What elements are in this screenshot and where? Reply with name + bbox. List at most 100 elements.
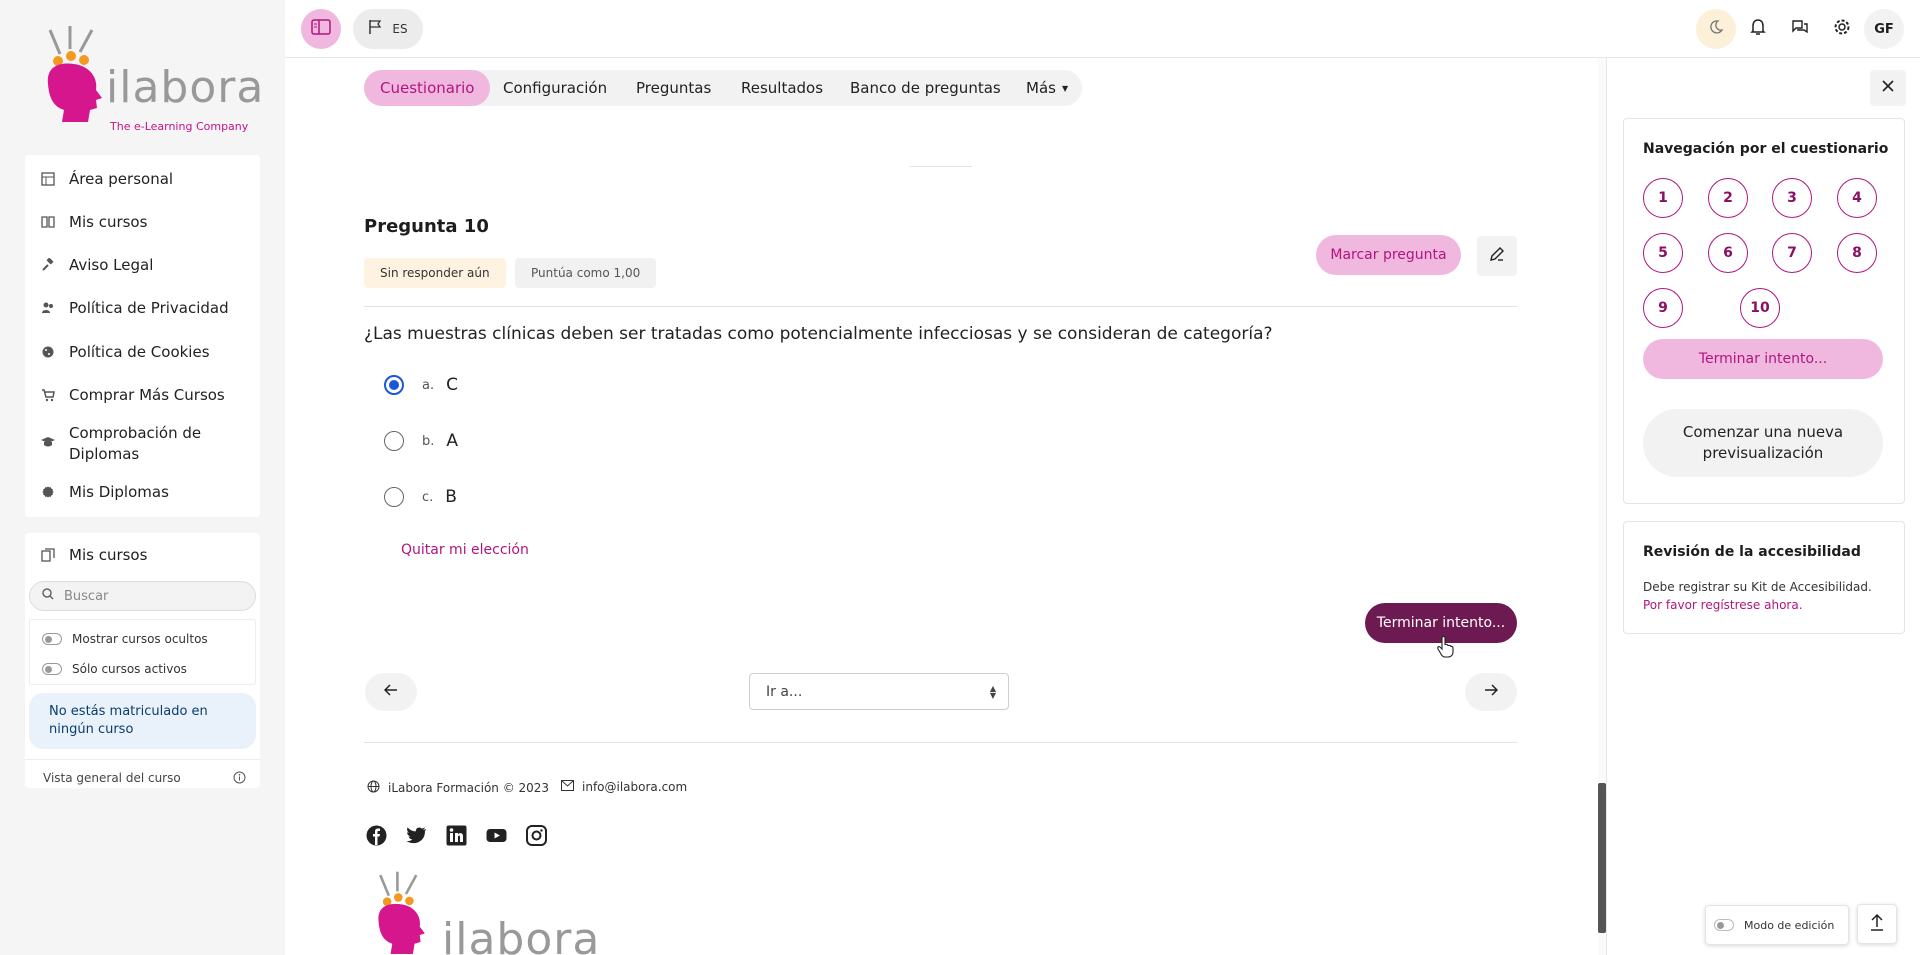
filter-label: Mostrar cursos ocultos	[72, 632, 208, 646]
close-drawer-button[interactable]	[1870, 70, 1906, 106]
question-nav-9[interactable]: 9	[1643, 288, 1683, 328]
sidebar-toggle-icon	[311, 19, 331, 39]
next-page-button[interactable]	[1465, 673, 1517, 711]
filter-active-courses[interactable]: Sólo cursos activos	[42, 662, 187, 676]
notifications-button[interactable]	[1738, 9, 1778, 49]
edit-mode-toggle[interactable]: Modo de edición	[1705, 905, 1849, 945]
top-bar: ES GF	[285, 0, 1920, 58]
answer-option-b[interactable]: b. A	[384, 431, 458, 451]
flag-question-button[interactable]: Marcar pregunta	[1316, 235, 1461, 275]
nav-item-label: Área personal	[69, 170, 174, 188]
tab-configuracion[interactable]: Configuración	[487, 70, 623, 106]
footer-email[interactable]: info@ilabora.com	[561, 780, 687, 794]
language-selector[interactable]: ES	[353, 9, 423, 49]
question-nav-8[interactable]: 8	[1837, 233, 1877, 273]
close-icon	[1881, 79, 1895, 97]
users-icon	[41, 301, 55, 315]
search-icon	[42, 588, 54, 604]
twitter-icon[interactable]	[406, 825, 427, 850]
footer-logo-wordmark: ilabora	[442, 914, 601, 955]
filter-hidden-courses[interactable]: Mostrar cursos ocultos	[42, 632, 208, 646]
question-nav-3[interactable]: 3	[1772, 178, 1812, 218]
question-nav-5[interactable]: 5	[1643, 233, 1683, 273]
cookie-icon	[41, 345, 55, 359]
nav-item-mis-cursos[interactable]: Mis cursos	[41, 213, 251, 231]
flag-icon	[368, 19, 382, 39]
user-avatar[interactable]: GF	[1864, 9, 1904, 49]
answer-option-c[interactable]: c. B	[384, 487, 457, 507]
social-links	[366, 825, 547, 850]
main-scrollbar-thumb[interactable]	[1598, 783, 1606, 933]
dashboard-icon	[41, 172, 55, 186]
nav-item-comprobacion[interactable]: Comprobación de Diplomas	[41, 423, 251, 465]
drawer-finish-attempt-button[interactable]: Terminar intento...	[1643, 339, 1883, 379]
sort-caret-icon: ▲ ▼	[989, 683, 996, 700]
info-icon[interactable]	[233, 771, 246, 788]
toggle-switch[interactable]	[1714, 919, 1734, 931]
messages-button[interactable]	[1780, 9, 1820, 49]
accessibility-register-link[interactable]: Por favor regístrese ahora.	[1643, 598, 1803, 612]
radio-unselected[interactable]	[384, 487, 404, 507]
course-filters: Mostrar cursos ocultos Sólo cursos activ…	[29, 619, 256, 685]
toggle-switch[interactable]	[42, 663, 62, 675]
youtube-icon[interactable]	[486, 825, 507, 850]
answer-option-a[interactable]: a. C	[384, 375, 458, 395]
option-letter: a.	[422, 377, 435, 393]
option-letter: c.	[422, 489, 434, 505]
jump-to-select[interactable]: Ir a... ▲ ▼	[749, 673, 1009, 710]
nav-item-privacidad[interactable]: Política de Privacidad	[41, 299, 251, 317]
option-letter: b.	[422, 433, 435, 449]
nav-item-area-personal[interactable]: Área personal	[41, 170, 251, 188]
main-scrollbar-track[interactable]	[1598, 58, 1606, 955]
clear-choice-link[interactable]: Quitar mi elección	[401, 542, 529, 558]
ilabora-logo[interactable]: ilabora The e-Learning Company	[40, 24, 263, 133]
tab-banco-preguntas[interactable]: Banco de preguntas	[834, 70, 1017, 106]
course-search-input[interactable]: Buscar	[29, 581, 256, 611]
section-divider	[910, 166, 972, 167]
question-nav-4[interactable]: 4	[1837, 178, 1877, 218]
option-text: B	[445, 487, 457, 507]
question-nav-6[interactable]: 6	[1708, 233, 1748, 273]
tab-resultados[interactable]: Resultados	[725, 70, 839, 106]
nav-item-aviso-legal[interactable]: Aviso Legal	[41, 256, 251, 274]
pencil-icon	[1489, 246, 1505, 266]
question-nav-1[interactable]: 1	[1643, 178, 1683, 218]
radio-unselected[interactable]	[384, 431, 404, 451]
nav-item-mis-diplomas[interactable]: Mis Diplomas	[41, 483, 251, 501]
grade-badge: Puntúa como 1,00	[515, 258, 657, 288]
accessibility-text: Debe registrar su Kit de Accesibilidad.	[1643, 580, 1872, 594]
arrow-right-icon	[1484, 684, 1499, 700]
nav-item-comprar[interactable]: Comprar Más Cursos	[41, 386, 251, 404]
certificate-icon	[41, 485, 55, 499]
logo-wordmark: ilabora	[106, 62, 265, 113]
radio-selected[interactable]	[384, 375, 404, 395]
settings-button[interactable]	[1822, 9, 1862, 49]
question-title: Pregunta 10	[364, 216, 489, 237]
caret-down-icon: ▼	[1061, 83, 1069, 93]
copyright-text: iLabora Formación © 2023	[388, 781, 550, 795]
arrow-left-icon	[383, 684, 398, 700]
cart-icon	[41, 388, 55, 402]
footer-copyright: iLabora Formación © 2023	[367, 780, 549, 796]
instagram-icon[interactable]	[526, 825, 547, 850]
nav-item-label: Aviso Legal	[69, 256, 154, 274]
divider	[25, 759, 260, 760]
tab-cuestionario[interactable]: Cuestionario	[364, 70, 491, 106]
sidebar-toggle-button[interactable]	[301, 9, 341, 49]
tab-mas[interactable]: Más ▼	[1010, 70, 1084, 106]
nav-item-cookies[interactable]: Política de Cookies	[41, 343, 251, 361]
question-nav-10[interactable]: 10	[1740, 288, 1780, 328]
previous-page-button[interactable]	[365, 673, 417, 711]
question-nav-2[interactable]: 2	[1708, 178, 1748, 218]
question-nav-7[interactable]: 7	[1772, 233, 1812, 273]
linkedin-icon[interactable]	[446, 825, 467, 850]
toggle-switch[interactable]	[42, 633, 62, 645]
back-to-top-button[interactable]	[1857, 904, 1897, 944]
nav-item-label: Mis Diplomas	[69, 483, 169, 501]
tab-preguntas[interactable]: Preguntas	[620, 70, 727, 106]
dark-mode-button[interactable]	[1696, 9, 1736, 49]
edit-question-button[interactable]	[1477, 236, 1517, 276]
new-preview-button[interactable]: Comenzar una nueva previsualización	[1643, 409, 1883, 477]
course-overview-label: Vista general del curso	[43, 771, 181, 785]
facebook-icon[interactable]	[366, 825, 387, 850]
